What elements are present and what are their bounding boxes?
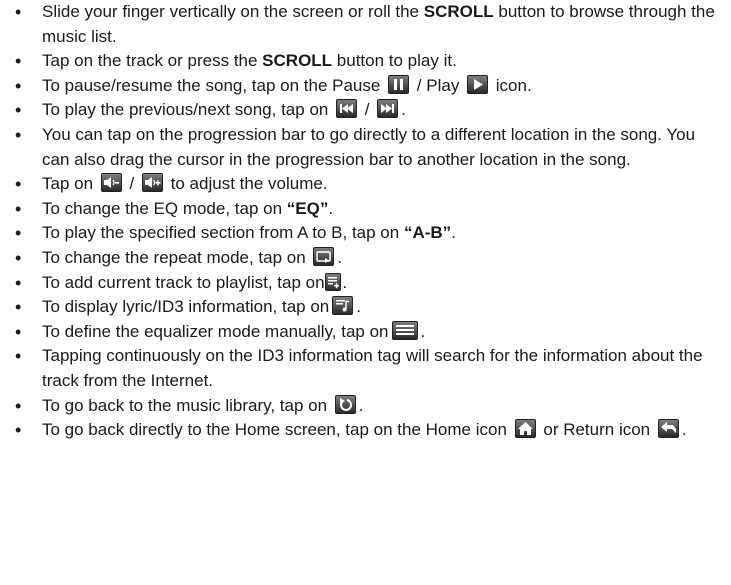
item-text: . [681,420,687,440]
volume-up-icon [141,173,163,193]
item-text: To change the repeat mode, tap on [42,247,311,267]
item-text: Tapping continuously on the ID3 informat… [42,346,703,390]
list-item: To play the previous/next song, tap on /… [0,98,731,123]
list-item: To change the EQ mode, tap on “EQ”. [0,197,731,222]
list-item: To pause/resume the song, tap on the Pau… [0,74,731,99]
item-text: Slide your finger vertically on the scre… [42,2,424,21]
item-text: To display lyric/ID3 information, tap on [42,297,330,317]
item-text: . [328,198,334,218]
list-item: To go back directly to the Home screen, … [0,418,731,443]
play-icon [467,74,489,94]
item-text: . [356,297,361,317]
item-text: To define the equalizer mode manually, t… [42,321,389,341]
return-icon [657,419,679,439]
instruction-list: Slide your finger vertically on the scre… [0,0,731,443]
list-item: Tap on the track or press the SCROLL but… [0,49,731,74]
item-text: . [358,395,364,415]
item-bold-text: “A-B” [403,223,452,243]
list-item: To change the repeat mode, tap on . [0,246,731,271]
repeat-icon [313,246,335,266]
list-item: To play the specified section from A to … [0,221,731,246]
item-text: To change the EQ mode, tap on [42,198,287,218]
item-text: . [451,223,456,243]
item-text: . [420,321,426,341]
item-text: To go back directly to the Home screen, … [42,420,512,440]
list-item: To add current track to playlist, tap on… [0,271,731,296]
list-item: You can tap on the progression bar to go… [0,123,731,172]
item-text: / [360,100,375,120]
item-text: / Play [412,75,465,95]
pause-icon [388,74,410,94]
item-text: or Return icon [538,420,655,440]
list-item: To define the equalizer mode manually, t… [0,320,731,345]
item-text: . [342,272,348,292]
item-text: . [401,100,406,120]
list-item: To display lyric/ID3 information, tap on… [0,295,731,320]
item-text: Tap on the track or press the [42,51,263,71]
home-icon [514,419,536,439]
item-bold-text: SCROLL [262,51,333,71]
equalizer-icon [391,320,418,340]
add-to-playlist-icon [324,272,341,291]
item-text: / [124,174,139,194]
item-text: to adjust the volume. [165,174,328,194]
item-text: To play the previous/next song, tap on [42,100,334,120]
back-to-library-icon [334,394,356,414]
list-item: Tap on / to adjust the volume. [0,172,731,197]
lyrics-id3-icon [332,296,354,316]
previous-track-icon [336,99,358,119]
item-text: icon. [491,75,532,95]
next-track-icon [377,99,399,119]
item-text: To pause/resume the song, tap on the Pau… [42,75,386,95]
list-item: To go back to the music library, tap on … [0,394,731,419]
list-item: Tapping continuously on the ID3 informat… [0,344,731,393]
item-text: . [337,247,343,267]
list-item: Slide your finger vertically on the scre… [0,0,731,49]
item-text: button to play it. [332,51,457,71]
volume-down-icon [100,173,122,193]
item-text: To play the specified section from A to … [42,223,404,243]
item-text: Tap on [42,174,98,194]
item-text: You can tap on the progression bar to go… [42,124,696,169]
item-text: To go back to the music library, tap on [42,395,332,415]
item-bold-text: “EQ” [286,198,329,218]
item-text: To add current track to playlist, tap on [42,272,325,292]
item-bold-text: SCROLL [423,2,494,21]
